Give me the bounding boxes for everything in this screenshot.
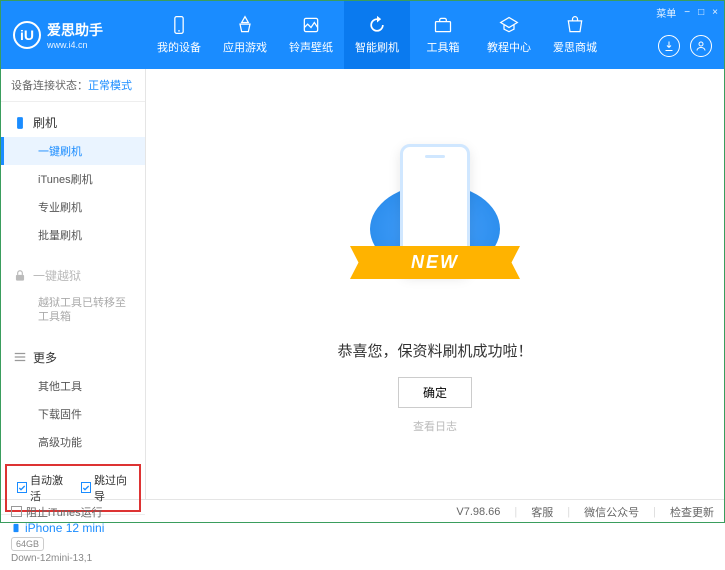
- download-icon: [663, 40, 675, 52]
- sidebar-item-oneclick-flash[interactable]: 一键刷机: [1, 137, 145, 165]
- phone-icon: [13, 116, 27, 130]
- check-update-link[interactable]: 检查更新: [670, 504, 714, 520]
- refresh-icon: [367, 15, 387, 35]
- support-link[interactable]: 客服: [531, 504, 553, 520]
- view-log-link[interactable]: 查看日志: [413, 418, 457, 434]
- check-icon: [82, 484, 90, 492]
- sidebar-item-batch-flash[interactable]: 批量刷机: [1, 221, 145, 249]
- sidebar-section-flash[interactable]: 刷机: [1, 108, 145, 137]
- graduation-icon: [499, 15, 519, 35]
- sidebar-item-itunes-flash[interactable]: iTunes刷机: [1, 165, 145, 193]
- device-storage: 64GB: [11, 537, 44, 551]
- checkbox-skip-guide[interactable]: 跳过向导: [81, 472, 129, 504]
- connection-status: 设备连接状态：正常模式: [1, 69, 145, 102]
- lock-icon: [13, 269, 27, 283]
- checkbox-block-itunes[interactable]: 阻止iTunes运行: [11, 504, 103, 520]
- logo-icon: iU: [13, 21, 41, 49]
- new-ribbon: NEW: [350, 246, 520, 279]
- app-header: iU 爱思助手 www.i4.cn 我的设备 应用游戏 铃声壁纸 智能刷机 工具…: [1, 1, 724, 69]
- sidebar-jailbreak-note: 越狱工具已转移至工具箱: [1, 290, 145, 331]
- menu-button[interactable]: 菜单: [656, 5, 676, 20]
- wechat-link[interactable]: 微信公众号: [584, 504, 639, 520]
- sidebar-section-jailbreak: 一键越狱: [1, 261, 145, 290]
- wallpaper-icon: [301, 15, 321, 35]
- ok-button[interactable]: 确定: [398, 377, 472, 408]
- checkbox-auto-activate[interactable]: 自动激活: [17, 472, 65, 504]
- device-panel[interactable]: iPhone 12 mini 64GB Down-12mini-13,1: [1, 514, 145, 570]
- nav-toolbox[interactable]: 工具箱: [410, 1, 476, 69]
- device-model: Down-12mini-13,1: [11, 553, 135, 564]
- menu-icon: [13, 350, 27, 364]
- app-url: www.i4.cn: [47, 40, 103, 50]
- minimize-button[interactable]: −: [684, 7, 690, 18]
- logo-area: iU 爱思助手 www.i4.cn: [1, 20, 146, 50]
- sidebar-section-more[interactable]: 更多: [1, 343, 145, 372]
- sidebar-item-advanced[interactable]: 高级功能: [1, 428, 145, 456]
- sidebar: 设备连接状态：正常模式 刷机 一键刷机 iTunes刷机 专业刷机 批量刷机 一…: [1, 69, 146, 499]
- nav-tutorial[interactable]: 教程中心: [476, 1, 542, 69]
- apps-icon: [235, 15, 255, 35]
- nav-shop[interactable]: 爱思商城: [542, 1, 608, 69]
- app-title: 爱思助手: [47, 20, 103, 40]
- nav-flash[interactable]: 智能刷机: [344, 1, 410, 69]
- version-label: V7.98.66: [456, 506, 500, 518]
- download-button[interactable]: [658, 35, 680, 57]
- success-message: 恭喜您，保资料刷机成功啦！: [337, 340, 532, 361]
- sidebar-item-other-tools[interactable]: 其他工具: [1, 372, 145, 400]
- toolbox-icon: [433, 15, 453, 35]
- sidebar-item-download-firmware[interactable]: 下载固件: [1, 400, 145, 428]
- shop-icon: [565, 15, 585, 35]
- main-content: NEW 恭喜您，保资料刷机成功啦！ 确定 查看日志: [146, 69, 724, 499]
- header-right-icons: [658, 35, 712, 57]
- nav-my-device[interactable]: 我的设备: [146, 1, 212, 69]
- user-button[interactable]: [690, 35, 712, 57]
- main-nav: 我的设备 应用游戏 铃声壁纸 智能刷机 工具箱 教程中心 爱思商城: [146, 1, 724, 69]
- success-illustration: NEW: [370, 134, 500, 314]
- close-button[interactable]: ×: [712, 7, 718, 18]
- sidebar-item-pro-flash[interactable]: 专业刷机: [1, 193, 145, 221]
- phone-icon: [169, 15, 189, 35]
- nav-apps[interactable]: 应用游戏: [212, 1, 278, 69]
- check-icon: [18, 484, 26, 492]
- user-icon: [695, 40, 707, 52]
- nav-ringtone[interactable]: 铃声壁纸: [278, 1, 344, 69]
- maximize-button[interactable]: □: [698, 7, 704, 18]
- window-controls: 菜单 − □ ×: [656, 5, 718, 20]
